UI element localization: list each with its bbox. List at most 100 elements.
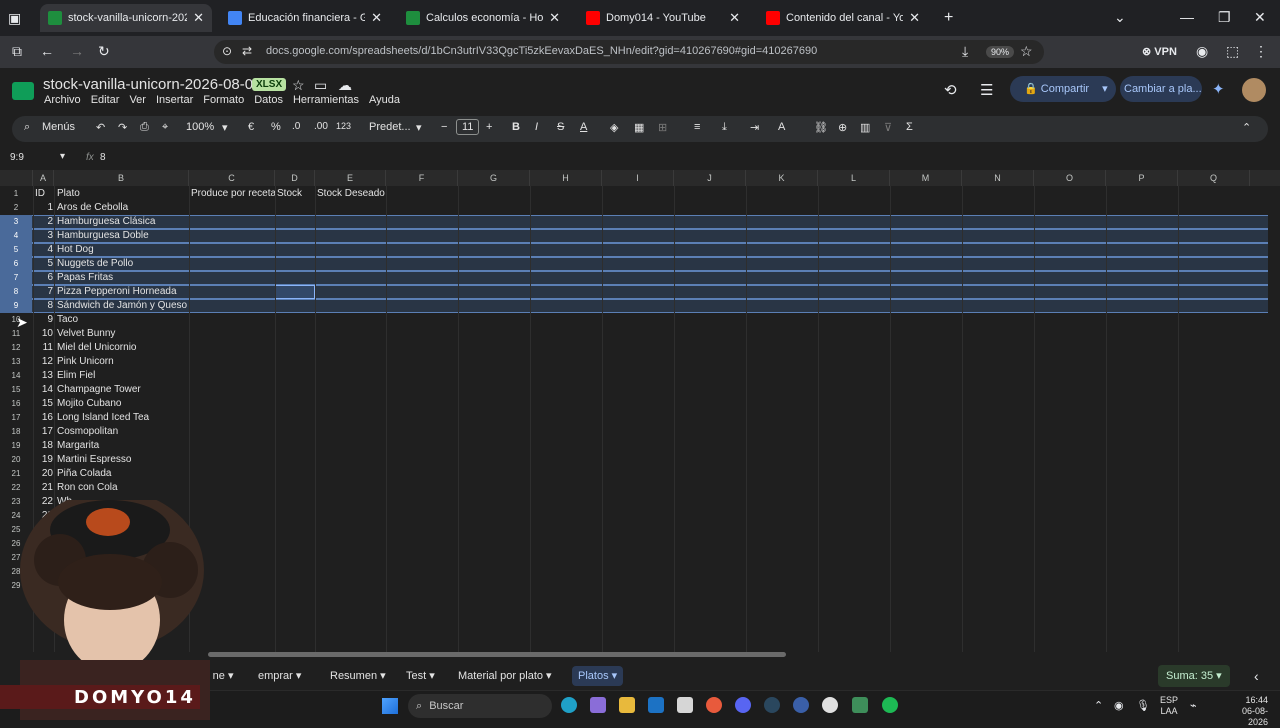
version-history-icon[interactable]: ⟲ bbox=[944, 81, 957, 99]
font-size-input[interactable]: 11 bbox=[456, 119, 480, 135]
sum-indicator[interactable]: Suma: 35 ▾ bbox=[1158, 665, 1230, 687]
doc-title[interactable]: stock-vanilla-unicorn-2026-08-05 bbox=[43, 76, 261, 93]
fill-color-icon[interactable]: ◈ bbox=[610, 121, 618, 134]
text-color-icon[interactable]: A bbox=[580, 121, 587, 133]
cell-id[interactable]: 18 bbox=[33, 439, 53, 453]
sheet-tab[interactable]: Platos ▾ bbox=[572, 666, 624, 686]
profile-icon[interactable]: ◉ bbox=[1196, 43, 1208, 60]
paint-format-icon[interactable]: ⌖ bbox=[162, 121, 168, 134]
redo-icon[interactable]: ↷ bbox=[118, 121, 127, 134]
zoom-badge[interactable]: 90% bbox=[986, 46, 1015, 58]
column-header[interactable]: J bbox=[674, 170, 746, 186]
header-cell-plato[interactable]: Plato bbox=[57, 187, 187, 201]
cell-id[interactable]: 4 bbox=[33, 243, 53, 257]
formula-input[interactable]: 8 bbox=[100, 152, 106, 163]
download-icon[interactable]: ⤓ bbox=[962, 43, 968, 60]
row-header[interactable]: 12 bbox=[0, 341, 32, 355]
cell-id[interactable]: 9 bbox=[33, 313, 53, 327]
cell-id[interactable]: 7 bbox=[33, 285, 53, 299]
italic-icon[interactable]: I bbox=[535, 121, 538, 133]
cell-id[interactable]: 19 bbox=[33, 453, 53, 467]
name-box[interactable]: 9:9 bbox=[10, 152, 24, 163]
close-tab-icon[interactable]: ✕ bbox=[909, 10, 920, 26]
app-icon-2[interactable] bbox=[852, 697, 868, 713]
cell-plato[interactable]: Nuggets de Pollo bbox=[57, 257, 189, 271]
row-header[interactable]: 7 bbox=[0, 271, 32, 285]
cell-plato[interactable]: Long Island Iced Tea bbox=[57, 411, 189, 425]
header-cell-stock-deseado[interactable]: Stock Deseado bbox=[317, 187, 387, 201]
spotify-icon[interactable] bbox=[882, 697, 898, 713]
horizontal-scrollbar[interactable] bbox=[208, 652, 786, 657]
cell-plato[interactable]: Margarita bbox=[57, 439, 189, 453]
browser-tab[interactable]: Calculos economía - Hojas de cá ✕ bbox=[398, 4, 568, 32]
text-wrap-icon[interactable]: ⇥ bbox=[750, 121, 759, 134]
menu-item[interactable]: Formato bbox=[203, 94, 244, 106]
sheet-tab-chevron-icon[interactable]: ▾ bbox=[543, 670, 552, 682]
cell-id[interactable]: 8 bbox=[33, 299, 53, 313]
sheet-tab-chevron-icon[interactable]: ▾ bbox=[377, 670, 386, 682]
row-header[interactable]: 19 bbox=[0, 439, 32, 453]
close-tab-icon[interactable]: ✕ bbox=[729, 10, 740, 26]
edge-icon[interactable] bbox=[561, 697, 577, 713]
cell-plato[interactable]: Champagne Tower bbox=[57, 383, 189, 397]
copilot-icon[interactable] bbox=[590, 697, 606, 713]
header-cell-produce[interactable]: Produce por receta bbox=[191, 187, 275, 201]
tab-search-icon[interactable]: ⇄ bbox=[242, 44, 252, 58]
sheet-tab[interactable]: emprar ▾ bbox=[252, 666, 307, 686]
column-header[interactable]: L bbox=[818, 170, 890, 186]
percent-button[interactable]: % bbox=[271, 121, 281, 133]
bookmark-star-icon[interactable]: ☆ bbox=[1020, 43, 1033, 60]
merge-cells-icon[interactable]: ⊞ bbox=[658, 121, 667, 134]
decrease-decimal-button[interactable]: .0 bbox=[292, 121, 300, 132]
active-cell[interactable] bbox=[275, 285, 315, 299]
font-chevron-icon[interactable]: ▾ bbox=[416, 121, 422, 134]
cell-plato[interactable]: Taco bbox=[57, 313, 189, 327]
sheet-tab[interactable]: Test ▾ bbox=[400, 666, 441, 686]
font-size-increase-icon[interactable]: + bbox=[486, 121, 492, 133]
clock[interactable]: 16:44 06-08-2026 bbox=[1222, 695, 1268, 728]
insert-chart-icon[interactable]: ▥ bbox=[860, 121, 870, 134]
number-format-button[interactable]: 123 bbox=[336, 121, 351, 131]
gemini-icon[interactable]: ✦ bbox=[1212, 80, 1225, 98]
cell-plato[interactable]: Pizza Pepperoni Horneada bbox=[57, 285, 189, 299]
column-header[interactable]: F bbox=[386, 170, 458, 186]
row-header[interactable]: 20 bbox=[0, 453, 32, 467]
column-header[interactable]: E bbox=[315, 170, 386, 186]
cell-plato[interactable]: Ron con Cola bbox=[57, 481, 189, 495]
close-tab-icon[interactable]: ✕ bbox=[549, 10, 560, 26]
extensions-icon[interactable]: ⬚ bbox=[1226, 43, 1239, 60]
row-header[interactable]: 6 bbox=[0, 257, 32, 271]
insert-comment-icon[interactable]: ⊕ bbox=[838, 121, 847, 134]
header-cell-stock[interactable]: Stock bbox=[277, 187, 315, 201]
currency-button[interactable]: € bbox=[248, 121, 254, 133]
cell-plato[interactable]: Aros de Cebolla bbox=[57, 201, 189, 215]
cell-plato[interactable]: Sándwich de Jamón y Queso bbox=[57, 299, 189, 313]
cell-id[interactable]: 12 bbox=[33, 355, 53, 369]
steam-icon[interactable] bbox=[764, 697, 780, 713]
menu-item[interactable]: Archivo bbox=[44, 94, 81, 106]
column-header[interactable]: K bbox=[746, 170, 818, 186]
close-tab-icon[interactable]: ✕ bbox=[193, 10, 204, 26]
row-header[interactable]: 17 bbox=[0, 411, 32, 425]
column-header[interactable]: A bbox=[33, 170, 54, 186]
row-header[interactable]: 2 bbox=[0, 201, 32, 215]
url-field[interactable]: ⊙ ⇄ docs.google.com/spreadsheets/d/1bCn3… bbox=[214, 40, 1044, 64]
text-rotation-icon[interactable]: A bbox=[778, 121, 785, 133]
menu-item[interactable]: Ver bbox=[129, 94, 146, 106]
menus-label[interactable]: Menús bbox=[42, 121, 75, 133]
column-header[interactable]: M bbox=[890, 170, 962, 186]
menu-item[interactable]: Ayuda bbox=[369, 94, 400, 106]
language-indicator[interactable]: ESP LAA bbox=[1160, 695, 1178, 717]
row-header[interactable]: 22 bbox=[0, 481, 32, 495]
row-header[interactable]: 14 bbox=[0, 369, 32, 383]
row-header[interactable]: 13 bbox=[0, 355, 32, 369]
cell-id[interactable]: 3 bbox=[33, 229, 53, 243]
zoom-chevron-icon[interactable]: ▾ bbox=[222, 121, 228, 134]
move-folder-icon[interactable]: ▭ bbox=[314, 77, 327, 94]
column-header[interactable]: Q bbox=[1178, 170, 1250, 186]
filter-icon[interactable]: ⊽ bbox=[884, 121, 892, 134]
zoom-select[interactable]: 100% bbox=[186, 121, 214, 133]
sheet-tab-chevron-icon[interactable]: ▾ bbox=[609, 670, 618, 682]
undo-icon[interactable]: ↶ bbox=[96, 121, 105, 134]
comments-icon[interactable]: ☰ bbox=[980, 81, 993, 99]
